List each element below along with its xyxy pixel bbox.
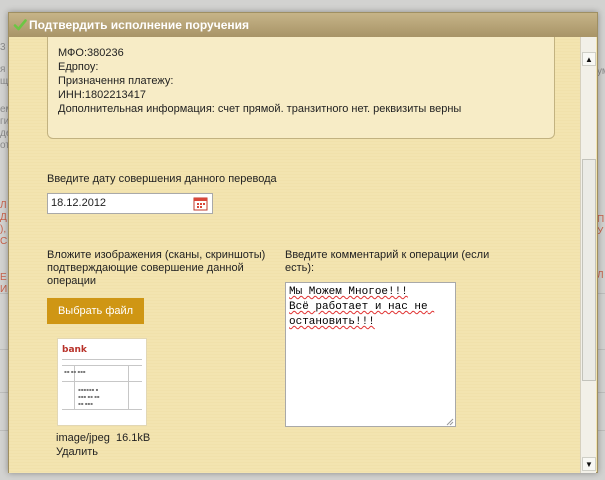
- thumbnail-scribble: ▪▪ ▪▪ ▪▪▪: [64, 369, 86, 374]
- upload-label: Вложите изображения (сканы, скриншоты) п…: [47, 249, 265, 288]
- upload-label-line2: подтверждающие совершение данной: [47, 262, 244, 274]
- file-size: 16.1kB: [115, 432, 151, 444]
- info-inn: ИНН:1802213417: [58, 89, 147, 101]
- upload-label-line1: Вложите изображения (сканы, скриншоты): [47, 249, 266, 261]
- thumbnail-line: [62, 409, 142, 410]
- thumbnail-scribble: ▪▪▪▪▪▪ ▪: [78, 387, 99, 392]
- confirm-execution-dialog: Подтвердить исполнение поручения МФО:380…: [8, 12, 598, 473]
- bg-text: ПУ: [597, 214, 605, 237]
- dialog-scrollbar[interactable]: ▲ ▼: [580, 37, 596, 473]
- thumbnail-logo: bank: [62, 345, 87, 355]
- arrow-down-icon[interactable]: ▼: [582, 457, 596, 471]
- resize-grip-icon[interactable]: [446, 417, 454, 426]
- bg-text: 3: [0, 42, 6, 53]
- bg-text: ум: [597, 66, 605, 77]
- file-type: image/jpeg: [56, 432, 110, 444]
- info-mfo: МФО:380236: [58, 47, 124, 59]
- scrollbar-thumb[interactable]: [582, 159, 596, 381]
- comment-label-line2: есть):: [285, 262, 315, 274]
- dialog-content: МФО:380236 Едрпоу: Призначення платежу: …: [9, 37, 580, 473]
- delete-file-link[interactable]: Удалить: [56, 445, 98, 459]
- file-meta: image/jpeg 16.1kB: [56, 431, 150, 445]
- dialog-titlebar[interactable]: Подтвердить исполнение поручения: [9, 13, 597, 37]
- thumbnail-line: [128, 365, 129, 409]
- comment-textarea[interactable]: Мы Можем Многое!!! Всё работает и нас не…: [285, 282, 456, 427]
- thumbnail-scribble: ▪▪▪ ▪▪ ▪▪: [78, 394, 100, 399]
- date-value: 18.12.2012: [51, 197, 107, 209]
- info-edrpou: Едрпоу:: [58, 61, 99, 73]
- upload-label-line3: операции: [47, 275, 97, 287]
- bg-text: ящ: [0, 64, 9, 87]
- comment-text: Мы Можем Многое!!! Всё работает и нас не…: [289, 286, 428, 328]
- date-label: Введите дату совершения данного перевода: [47, 173, 277, 185]
- payment-details-box: МФО:380236 Едрпоу: Призначення платежу: …: [47, 37, 555, 139]
- choose-file-button[interactable]: Выбрать файл: [47, 298, 144, 324]
- checkmark-icon: [13, 18, 27, 32]
- arrow-up-icon[interactable]: ▲: [582, 52, 596, 66]
- thumbnail-line: [62, 359, 142, 360]
- uploaded-image-thumbnail[interactable]: bank ▪▪ ▪▪ ▪▪▪ ▪▪▪▪▪▪ ▪ ▪▪▪ ▪▪ ▪▪ ▪▪ ▪▪▪: [57, 338, 147, 426]
- info-additional: Дополнительная информация: счет прямой. …: [58, 103, 462, 115]
- comment-label: Введите комментарий к операции (если ест…: [285, 249, 489, 275]
- info-purpose: Призначення платежу:: [58, 75, 174, 87]
- comment-label-line1: Введите комментарий к операции (если: [285, 249, 490, 261]
- calendar-icon[interactable]: [193, 196, 208, 211]
- thumbnail-scribble: ▪▪ ▪▪▪: [78, 401, 93, 406]
- bg-text: Л Д), С: [0, 200, 8, 247]
- date-input[interactable]: 18.12.2012: [47, 193, 213, 214]
- dialog-title: Подтвердить исполнение поручения: [29, 18, 249, 32]
